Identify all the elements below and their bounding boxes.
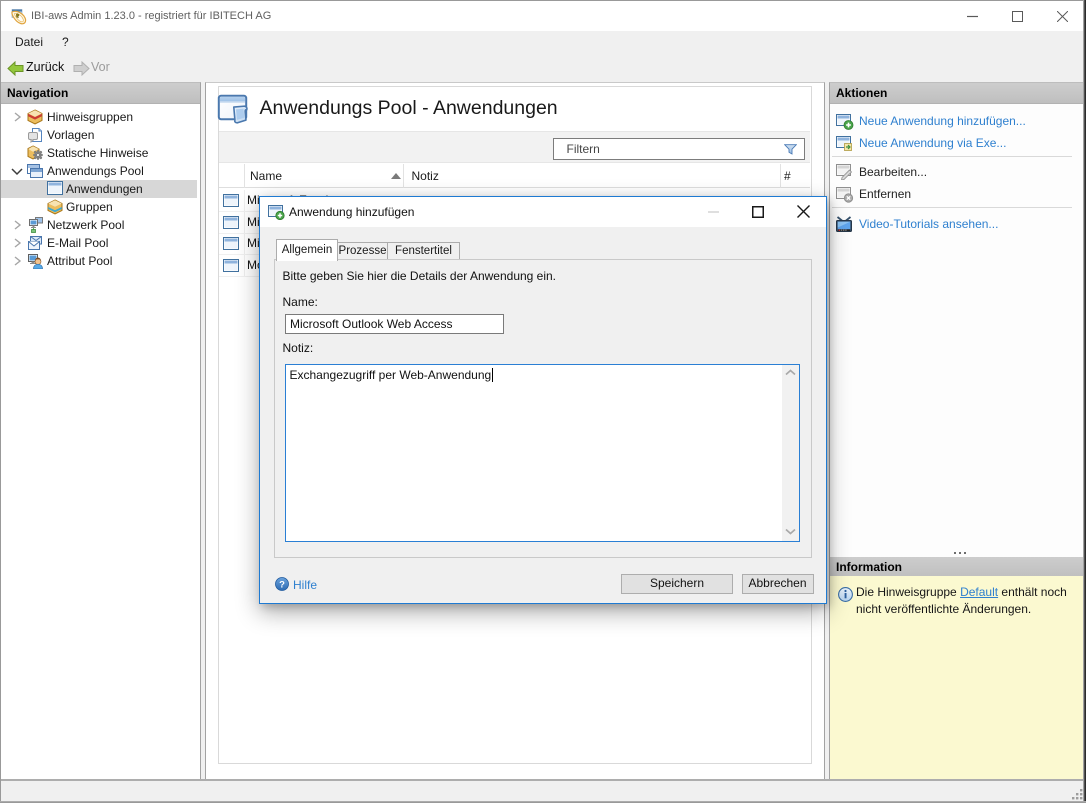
svg-text:?: ? (279, 580, 285, 591)
